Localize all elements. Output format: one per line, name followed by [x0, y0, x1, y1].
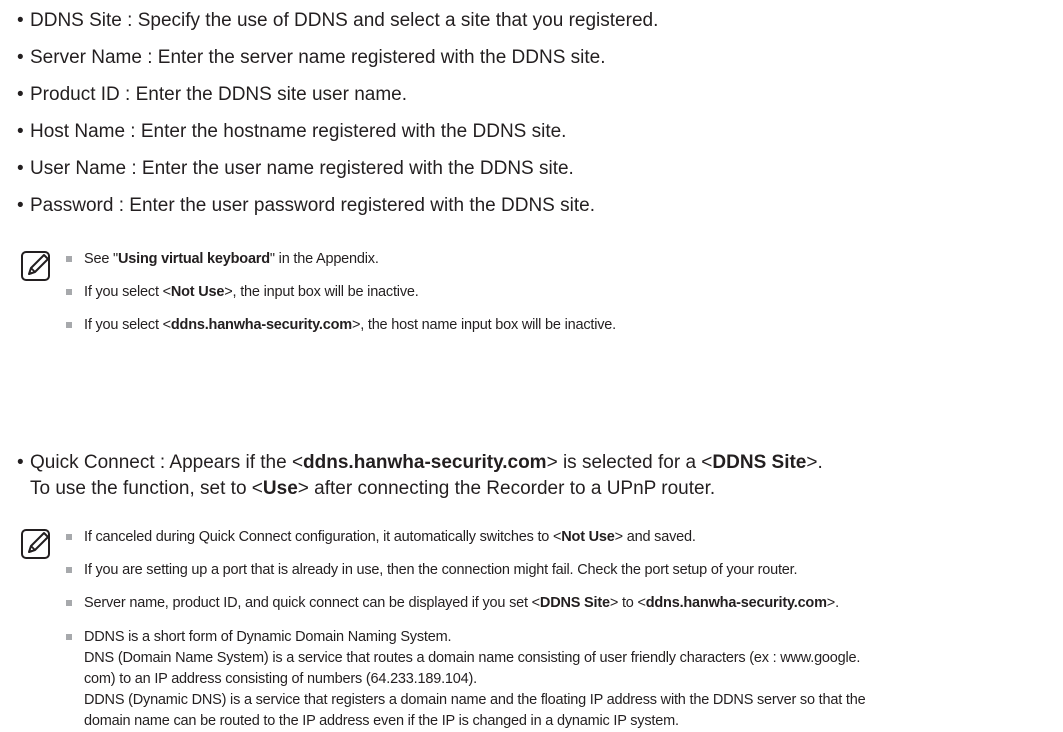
item-label: Host Name	[30, 121, 126, 142]
list-item-password: • Password : Enter the user password regi…	[17, 193, 658, 230]
quick-connect-line-2: To use the function, set to <Use> after …	[30, 478, 716, 499]
square-bullet-icon	[66, 534, 72, 540]
item-label: Server Name	[30, 47, 142, 68]
list-item-user-name: • User Name : Enter the user name registe…	[17, 156, 658, 193]
quick-connect-item: • Quick Connect : Appears if the <ddns.ha…	[17, 450, 823, 502]
item-label: Password	[30, 195, 114, 216]
note-item: See "Using virtual keyboard" in the Appe…	[66, 249, 1063, 282]
bullet-dot: •	[17, 84, 24, 105]
item-label: Product ID	[30, 84, 120, 105]
bullet-dot: •	[17, 47, 24, 68]
item-text: Enter the server name registered with th…	[157, 47, 606, 68]
square-bullet-icon	[66, 567, 72, 573]
note-pencil-icon	[21, 529, 50, 559]
square-bullet-icon	[66, 289, 72, 295]
list-item-host-name: • Host Name : Enter the hostname register…	[17, 119, 658, 156]
manual-page: • DDNS Site : Specify the use of DDNS and…	[0, 0, 1063, 729]
note-item: If you are setting up a port that is alr…	[66, 560, 1063, 593]
note-list-2: If canceled during Quick Connect configu…	[66, 527, 1063, 732]
bullet-dot: •	[17, 10, 24, 31]
item-text: Specify the use of DDNS and select a sit…	[137, 10, 659, 31]
list-item-product-id: • Product ID : Enter the DDNS site user n…	[17, 82, 658, 119]
note-item: If you select <ddns.hanwha-security.com>…	[66, 315, 1063, 348]
item-label: DDNS Site	[30, 10, 122, 31]
ddns-field-list: • DDNS Site : Specify the use of DDNS and…	[17, 8, 658, 230]
bullet-dot: •	[17, 452, 24, 473]
square-bullet-icon	[66, 600, 72, 606]
list-item-server-name: • Server Name : Enter the server name reg…	[17, 45, 658, 82]
item-text: Enter the user name registered with the …	[141, 158, 574, 179]
item-text: Enter the user password registered with …	[129, 195, 595, 216]
bullet-dot: •	[17, 195, 24, 216]
item-label: Quick Connect	[30, 452, 155, 473]
item-text: Enter the DDNS site user name.	[135, 84, 407, 105]
item-label: User Name	[30, 158, 127, 179]
square-bullet-icon	[66, 322, 72, 328]
note-item: If you select <Not Use>, the input box w…	[66, 282, 1063, 315]
bullet-dot: •	[17, 158, 24, 179]
bullet-dot: •	[17, 121, 24, 142]
note-item: If canceled during Quick Connect configu…	[66, 527, 1063, 560]
note-item: DDNS is a short form of Dynamic Domain N…	[66, 627, 1063, 732]
list-item-ddns-site: • DDNS Site : Specify the use of DDNS and…	[17, 8, 658, 45]
note-pencil-icon	[21, 251, 50, 281]
square-bullet-icon	[66, 256, 72, 262]
square-bullet-icon	[66, 634, 72, 640]
item-text: Enter the hostname registered with the D…	[140, 121, 567, 142]
note-item: Server name, product ID, and quick conne…	[66, 593, 1063, 627]
note-list-1: See "Using virtual keyboard" in the Appe…	[66, 249, 1063, 348]
